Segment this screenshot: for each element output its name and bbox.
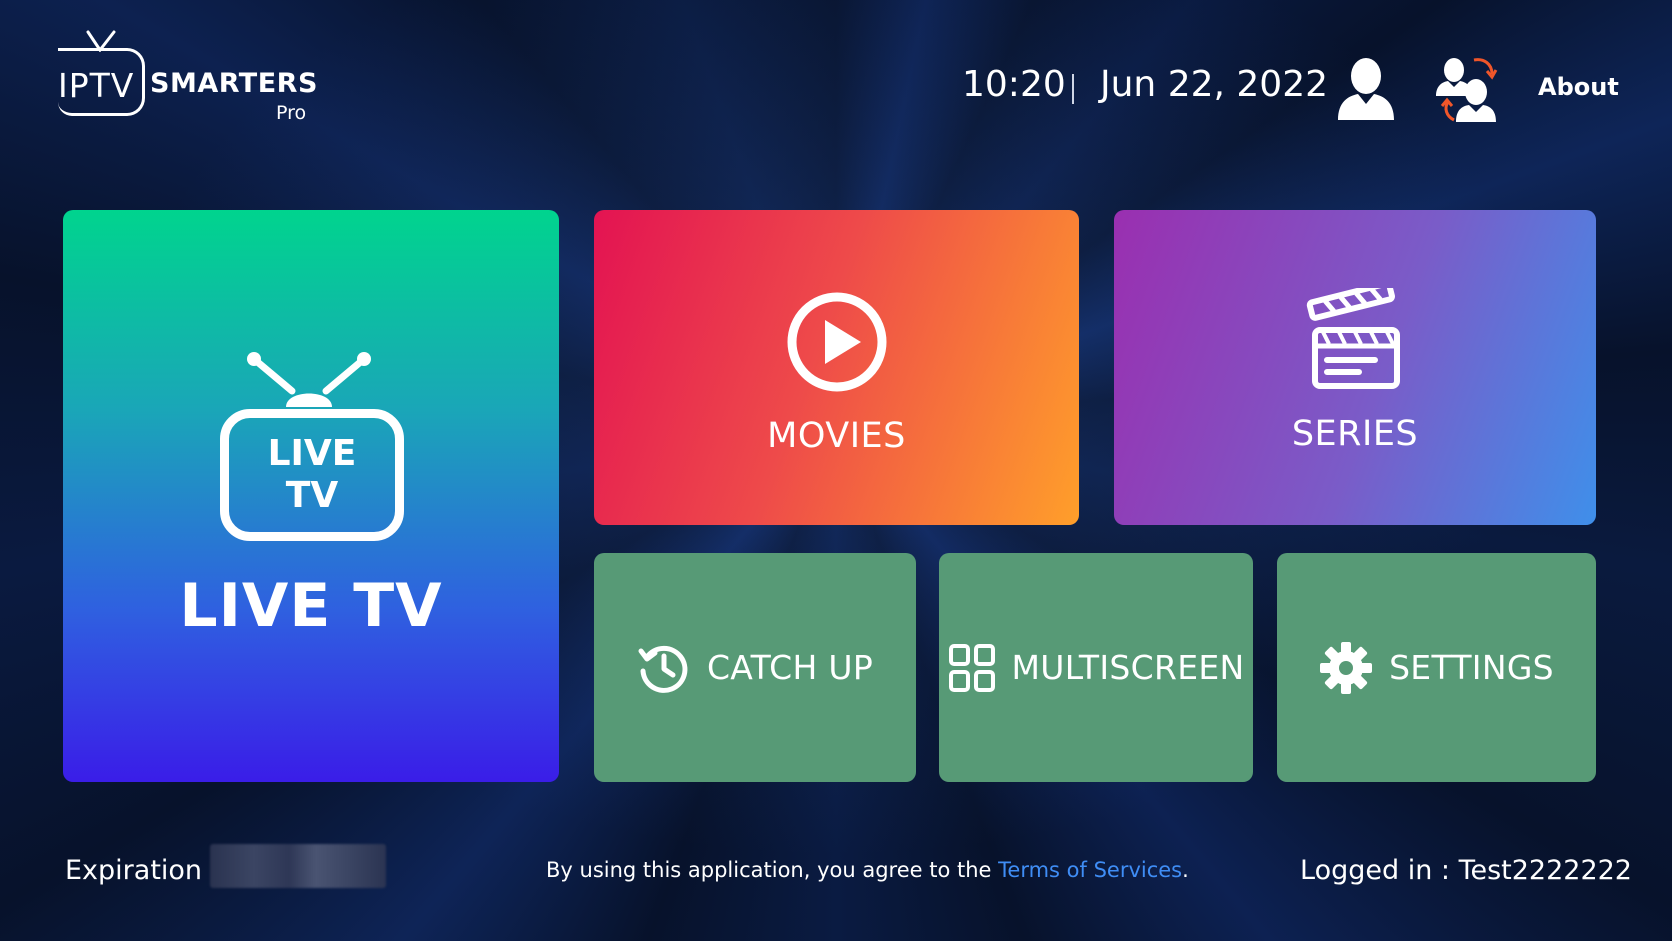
multiscreen-tile[interactable]: MULTISCREEN bbox=[939, 553, 1253, 782]
expiration-value-redacted bbox=[210, 844, 386, 888]
logo-iptv-text: IPTV bbox=[58, 66, 135, 105]
play-icon bbox=[787, 292, 886, 391]
multiscreen-label: MULTISCREEN bbox=[1011, 648, 1245, 687]
user-icon[interactable] bbox=[1336, 56, 1396, 122]
tv-icon: LIVE TV bbox=[216, 351, 406, 541]
tv-icon-text-line2: TV bbox=[285, 475, 339, 516]
catch-up-label: CATCH UP bbox=[706, 648, 874, 687]
grid-icon bbox=[948, 643, 995, 692]
tv-icon-screen: LIVE TV bbox=[220, 409, 404, 541]
logo-smarters-text: SMARTERS bbox=[150, 68, 318, 99]
about-link[interactable]: About bbox=[1538, 73, 1619, 101]
date: Jun 22, 2022 bbox=[1100, 64, 1329, 105]
series-tile[interactable]: SERIES bbox=[1114, 210, 1596, 525]
tv-icon-text-line1: LIVE bbox=[267, 433, 357, 474]
terms-suffix: . bbox=[1182, 858, 1189, 882]
movies-tile[interactable]: MOVIES bbox=[594, 210, 1079, 525]
clock: 10:20 bbox=[962, 64, 1066, 105]
live-tv-tile[interactable]: LIVE TV LIVE TV bbox=[63, 210, 559, 782]
header-divider bbox=[1072, 74, 1074, 104]
app-logo: IPTV SMARTERS Pro bbox=[58, 30, 318, 130]
live-tv-label: LIVE TV bbox=[179, 571, 443, 641]
terms-of-services-link[interactable]: Terms of Services bbox=[998, 858, 1182, 882]
catch-up-tile[interactable]: CATCH UP bbox=[594, 553, 916, 782]
switch-user-icon[interactable] bbox=[1434, 54, 1500, 124]
clapperboard-icon bbox=[1306, 287, 1400, 389]
logged-in-user: Logged in : Test2222222 bbox=[1300, 855, 1632, 886]
settings-tile[interactable]: SETTINGS bbox=[1277, 553, 1596, 782]
terms-notice: By using this application, you agree to … bbox=[546, 858, 1189, 882]
movies-label: MOVIES bbox=[767, 415, 906, 456]
logo-pro-text: Pro bbox=[276, 102, 307, 124]
terms-prefix: By using this application, you agree to … bbox=[546, 858, 999, 882]
series-label: SERIES bbox=[1291, 413, 1419, 454]
history-icon bbox=[638, 645, 688, 693]
settings-label: SETTINGS bbox=[1389, 648, 1554, 687]
gear-icon bbox=[1320, 641, 1373, 694]
expiration-label: Expiration : bbox=[65, 855, 220, 886]
